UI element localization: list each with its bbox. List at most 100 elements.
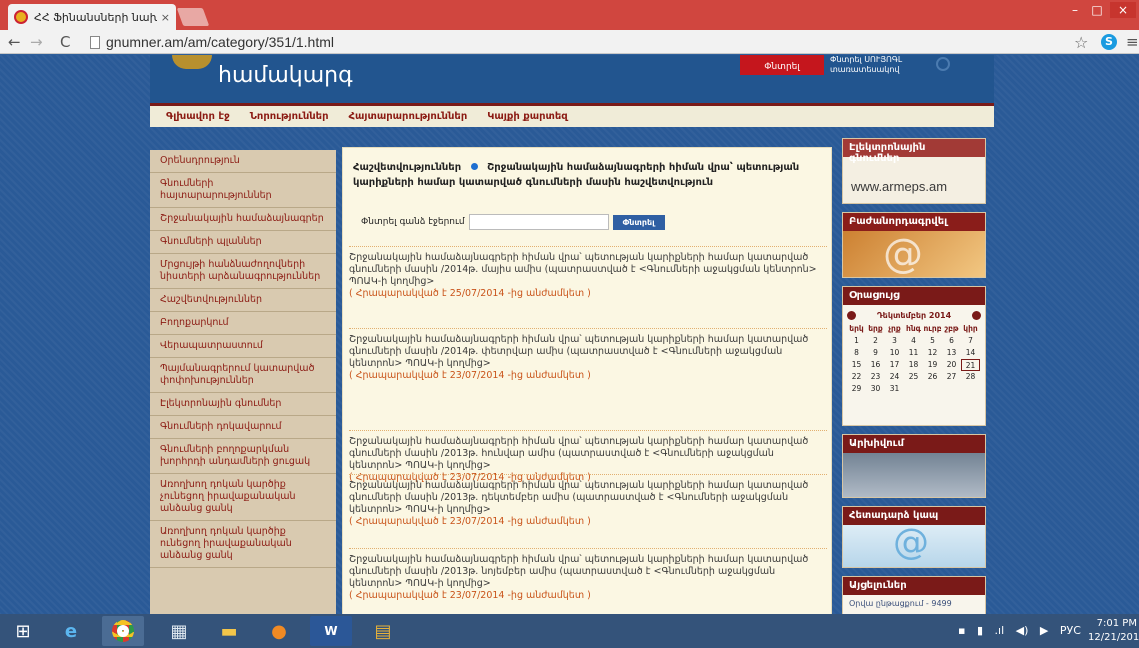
calendar-day[interactable]: 21 bbox=[961, 359, 980, 371]
winrar-icon[interactable]: ▤ bbox=[362, 616, 404, 646]
calendar-day[interactable]: 9 bbox=[866, 347, 885, 359]
sidebar-item[interactable]: Շրջանակային համաձայնագրեր bbox=[150, 208, 336, 231]
next-month-icon[interactable] bbox=[971, 310, 981, 320]
close-window-button[interactable]: × bbox=[1110, 2, 1136, 18]
calendar-day[interactable]: 4 bbox=[904, 335, 923, 347]
forward-arrow-icon[interactable]: → bbox=[30, 33, 43, 51]
calendar-day[interactable]: 30 bbox=[866, 383, 885, 395]
minimize-button[interactable]: – bbox=[1068, 2, 1082, 18]
nav-home[interactable]: Գլխավոր էջ bbox=[166, 111, 230, 122]
article-title[interactable]: Շրջանակային համաձայնագրերի հիման վրա՝ պե… bbox=[349, 436, 808, 471]
article-title[interactable]: Շրջանակային համաձայնագրերի հիման վրա՝ պե… bbox=[349, 480, 808, 515]
calendar-day[interactable]: 10 bbox=[885, 347, 904, 359]
clock[interactable]: 7:01 PM 12/21/2014 bbox=[1088, 617, 1139, 645]
network-icon[interactable]: ▮ bbox=[977, 624, 983, 637]
calendar-day[interactable]: 1 bbox=[847, 335, 866, 347]
calendar-day[interactable]: 31 bbox=[885, 383, 904, 395]
search-button[interactable]: Փնտրել bbox=[612, 214, 665, 230]
calendar-day[interactable]: 6 bbox=[942, 335, 961, 347]
calendar-day[interactable]: 16 bbox=[866, 359, 885, 371]
browser-tab[interactable]: ՀՀ Ֆինանսների նախար × bbox=[8, 4, 176, 30]
archive-banner[interactable]: Արխիվում bbox=[842, 434, 986, 498]
language-indicator[interactable]: РУС bbox=[1060, 624, 1081, 637]
tab-close-icon[interactable]: × bbox=[161, 11, 170, 24]
internet-explorer-icon[interactable]: e bbox=[50, 616, 92, 646]
calendar-day[interactable]: 18 bbox=[904, 359, 923, 371]
calendar-day[interactable]: 14 bbox=[961, 347, 980, 359]
subscribe-banner[interactable]: Բաժանորդագրվել @ bbox=[842, 212, 986, 278]
search-input[interactable] bbox=[468, 214, 609, 230]
article-title[interactable]: Շրջանակային համաձայնագրերի հիման վրա՝ պե… bbox=[349, 554, 808, 589]
article-item[interactable]: Շրջանակային համաձայնագրերի հիման վրա՝ պե… bbox=[349, 436, 827, 484]
calendar-day[interactable]: 15 bbox=[847, 359, 866, 371]
nav-sitemap[interactable]: Կայքի քարտեզ bbox=[487, 111, 567, 122]
calendar-day[interactable]: 2 bbox=[866, 335, 885, 347]
calendar-day[interactable]: 25 bbox=[904, 371, 923, 383]
nav-news[interactable]: Նորություններ bbox=[250, 111, 329, 122]
calendar-day[interactable]: 17 bbox=[885, 359, 904, 371]
calculator-icon[interactable]: ▦ bbox=[158, 616, 200, 646]
calendar-day[interactable]: 24 bbox=[885, 371, 904, 383]
calendar-day[interactable]: 19 bbox=[923, 359, 942, 371]
search-icon[interactable] bbox=[936, 57, 950, 71]
calendar-day[interactable]: 12 bbox=[923, 347, 942, 359]
article-title[interactable]: Շրջանակային համաձայնագրերի հիման վրա՝ պե… bbox=[349, 252, 817, 287]
calendar-day[interactable]: 22 bbox=[847, 371, 866, 383]
sidebar-item[interactable]: Պայմանագրերում կատարված փոփոխություններ bbox=[150, 358, 336, 393]
sidebar-item[interactable]: Առողխող դոկան կարծիք ունեցող իրավաքանակա… bbox=[150, 521, 336, 568]
sidebar-item[interactable]: Հաշվետվություններ bbox=[150, 289, 336, 312]
sidebar-item[interactable]: Գնումների հայտարարություններ bbox=[150, 173, 336, 208]
skype-extension-icon[interactable]: S bbox=[1101, 34, 1117, 50]
calendar-day[interactable]: 20 bbox=[942, 359, 961, 371]
sidebar-item[interactable]: Առողխող դոկան կարծիք չունեցող իրավաքանակ… bbox=[150, 474, 336, 521]
weekday: շբթ bbox=[944, 324, 959, 333]
article-item[interactable]: Շրջանակային համաձայնագրերի հիման վրա՝ պե… bbox=[349, 480, 827, 528]
windows-start-icon[interactable]: ⊞ bbox=[2, 616, 44, 646]
egov-banner[interactable]: Էլեկտրոնային գնումներ www.armeps.am bbox=[842, 138, 986, 204]
article-item[interactable]: Շրջանակային համաձայնագրերի հիման վրա՝ պե… bbox=[349, 334, 827, 382]
calendar-day[interactable]: 23 bbox=[866, 371, 885, 383]
article-title[interactable]: Շրջանակային համաձայնագրերի հիման վրա՝ պե… bbox=[349, 334, 808, 369]
nav-announcements[interactable]: Հայտարարություններ bbox=[349, 111, 468, 122]
maximize-button[interactable]: □ bbox=[1090, 2, 1104, 18]
calendar-day[interactable]: 7 bbox=[961, 335, 980, 347]
firefox-icon[interactable]: ● bbox=[258, 616, 300, 646]
article-item[interactable]: Շրջանակային համաձայնագրերի հիման վրա՝ պե… bbox=[349, 252, 827, 300]
sidebar-item[interactable]: Մրցույթի հանձնաժողովների նիստերի արձանագ… bbox=[150, 254, 336, 289]
file-explorer-icon[interactable]: ▬ bbox=[208, 616, 250, 646]
sidebar-item[interactable]: Օրենսդրություն bbox=[150, 150, 336, 173]
sidebar-item[interactable]: Գնումների պլաններ bbox=[150, 231, 336, 254]
menu-icon[interactable]: ≡ bbox=[1126, 33, 1139, 51]
calendar-day[interactable]: 28 bbox=[961, 371, 980, 383]
action-center-icon[interactable]: ▶ bbox=[1040, 624, 1048, 637]
breadcrumb-parent[interactable]: Հաշվետվություններ bbox=[353, 162, 461, 173]
article-item[interactable]: Շրջանակային համաձայնագրերի հիման վրա՝ պե… bbox=[349, 554, 827, 602]
calendar-day[interactable]: 13 bbox=[942, 347, 961, 359]
prev-month-icon[interactable] bbox=[847, 310, 856, 320]
chrome-icon[interactable] bbox=[102, 616, 144, 646]
sidebar-item[interactable]: Վերապատրաստում bbox=[150, 335, 336, 358]
word-icon[interactable]: W bbox=[310, 616, 352, 646]
bookmark-star-icon[interactable]: ☆ bbox=[1074, 33, 1088, 52]
feedback-banner[interactable]: Հետադարձ կապ @ bbox=[842, 506, 986, 568]
signal-icon[interactable]: .ıl bbox=[995, 624, 1005, 637]
back-arrow-icon[interactable]: ← bbox=[8, 33, 21, 51]
calendar-day[interactable]: 11 bbox=[904, 347, 923, 359]
calendar-day[interactable]: 27 bbox=[942, 371, 961, 383]
volume-icon[interactable]: ◀) bbox=[1016, 624, 1029, 637]
sidebar-item[interactable]: Բողոքարկում bbox=[150, 312, 336, 335]
header-search-button[interactable]: Փնտրել bbox=[740, 55, 824, 75]
calendar-day[interactable]: 5 bbox=[923, 335, 942, 347]
calendar-day[interactable]: 8 bbox=[847, 347, 866, 359]
url-field[interactable]: gnumner.am/am/category/351/1.html bbox=[90, 32, 1090, 52]
calendar-day[interactable]: 29 bbox=[847, 383, 866, 395]
sidebar-item[interactable]: Գնումների դոկավարում bbox=[150, 416, 336, 439]
calendar-day[interactable]: 26 bbox=[923, 371, 942, 383]
new-tab-button[interactable] bbox=[176, 8, 210, 26]
flag-icon[interactable]: ▪ bbox=[958, 624, 965, 637]
reload-icon[interactable]: C bbox=[60, 33, 70, 51]
sidebar-item[interactable]: Գնումների բողոքարկման խորհրդի անդամների … bbox=[150, 439, 336, 474]
sidebar-item[interactable]: Էլեկտրոնային գնումներ bbox=[150, 393, 336, 416]
egov-url[interactable]: www.armeps.am bbox=[851, 179, 947, 194]
calendar-day[interactable]: 3 bbox=[885, 335, 904, 347]
